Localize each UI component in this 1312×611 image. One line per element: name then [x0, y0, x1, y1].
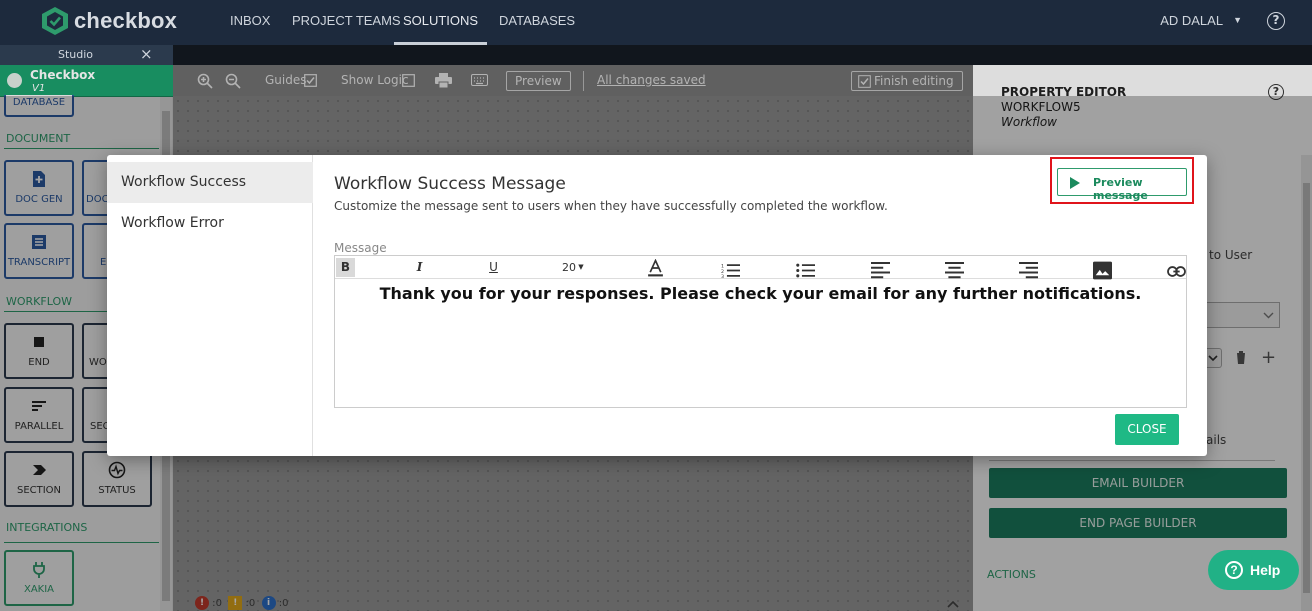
ordered-list-icon[interactable]: 123 [721, 261, 740, 280]
studio-tab[interactable]: Studio × [0, 45, 173, 65]
modal-backdrop-top [0, 65, 1312, 96]
workflow-message-modal: Workflow Success Workflow Error Workflow… [107, 155, 1207, 456]
caret-down-icon: ▼ [1233, 15, 1242, 25]
editor-toolbar: B I U 20 ▼ 123 [335, 256, 1186, 280]
highlight-box [1050, 157, 1194, 204]
user-menu[interactable]: AD DALAL ▼ [1160, 0, 1242, 45]
font-size-select[interactable]: 20 ▼ [562, 258, 584, 277]
align-right-icon[interactable] [1019, 261, 1038, 280]
underline-button[interactable]: U [484, 258, 503, 277]
bold-button[interactable]: B [336, 258, 355, 277]
modal-subtitle: Customize the message sent to users when… [334, 199, 888, 213]
user-name: AD DALAL [1160, 13, 1224, 28]
close-studio-icon[interactable]: × [140, 45, 153, 63]
help-label: Help [1250, 562, 1281, 578]
bullet-list-icon[interactable] [796, 261, 815, 280]
modal-title: Workflow Success Message [334, 174, 566, 194]
font-size-value: 20 [562, 261, 576, 274]
svg-text:1: 1 [721, 264, 724, 270]
align-left-icon[interactable] [871, 261, 890, 280]
close-button[interactable]: CLOSE [1115, 414, 1179, 445]
logo-text: checkbox [74, 8, 178, 33]
nav-databases[interactable]: DATABASES [499, 0, 575, 45]
image-icon[interactable] [1093, 261, 1112, 280]
studio-tab-label: Studio [58, 48, 94, 61]
checkbox-logo-icon [42, 7, 68, 35]
modal-tab-workflow-success[interactable]: Workflow Success [107, 162, 313, 203]
italic-button[interactable]: I [410, 258, 429, 277]
message-label: Message [334, 241, 387, 255]
app-logo[interactable]: checkbox [40, 6, 177, 36]
message-editor: B I U 20 ▼ 123 Thank you for your respon… [334, 255, 1187, 408]
nav-inbox[interactable]: INBOX [230, 0, 270, 45]
top-nav: checkbox INBOX PROJECT TEAMS SOLUTIONS D… [0, 0, 1312, 45]
nav-solutions[interactable]: SOLUTIONS [394, 0, 487, 45]
caret-down-icon: ▼ [576, 263, 584, 271]
svg-text:2: 2 [721, 269, 724, 275]
modal-nav: Workflow Success Workflow Error [107, 155, 313, 456]
font-color-icon[interactable] [646, 259, 665, 278]
help-circle-icon: ? [1225, 561, 1243, 579]
modal-tab-workflow-error[interactable]: Workflow Error [107, 203, 313, 244]
align-center-icon[interactable] [945, 261, 964, 280]
help-icon[interactable]: ? [1267, 12, 1285, 30]
studio-bar [0, 45, 1312, 65]
help-button[interactable]: ? Help [1208, 550, 1299, 590]
message-body[interactable]: Thank you for your responses. Please che… [335, 279, 1186, 303]
nav-project-teams[interactable]: PROJECT TEAMS [292, 0, 401, 45]
